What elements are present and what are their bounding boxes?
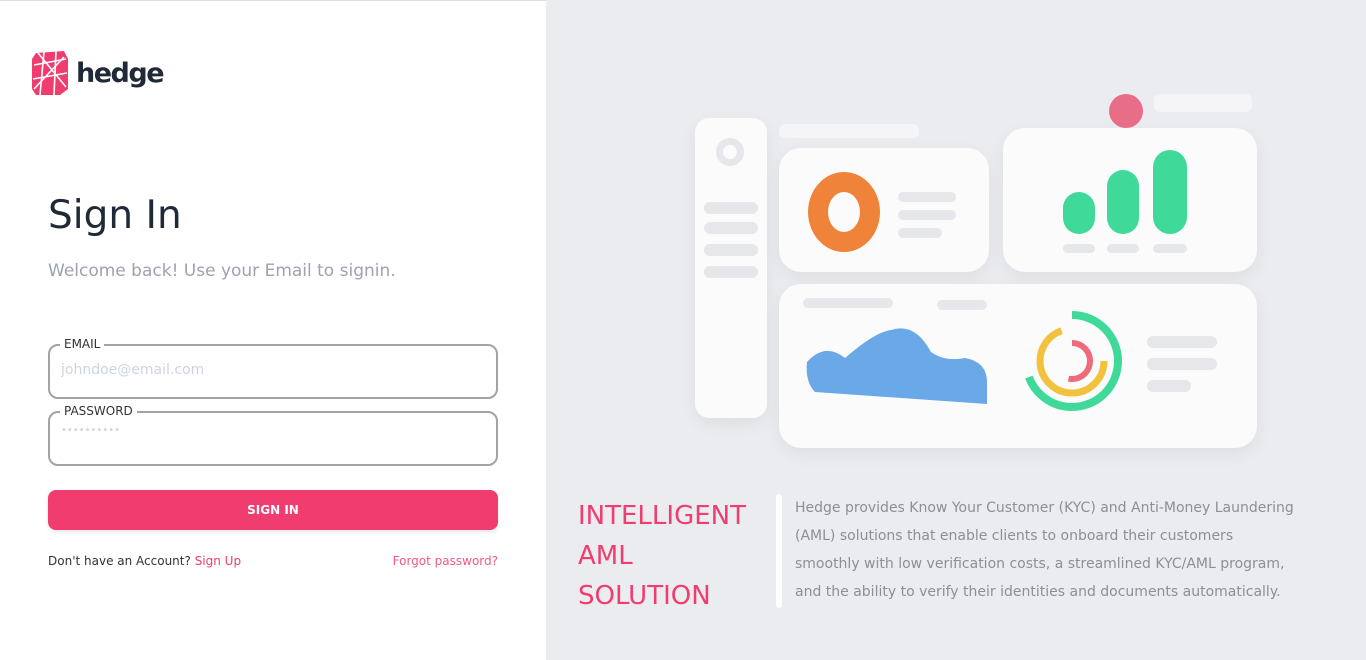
sign-up-link[interactable]: Sign Up [195,554,241,568]
logo: hedge [30,49,165,97]
email-field[interactable]: EMAIL johndoe@email.com [48,337,498,399]
tagline: INTELLIGENT AML SOLUTION [578,496,746,616]
tagline-line: AML [578,541,633,571]
promo-panel: INTELLIGENT AML SOLUTION Hedge provides … [546,0,1366,660]
tagline-line: SOLUTION [578,581,711,611]
page-title: Sign In [48,193,182,238]
logo-text: hedge [76,57,165,89]
password-label: PASSWORD [60,404,137,418]
signup-prompt: Don't have an Account? Sign Up [48,554,241,568]
sign-in-button[interactable]: SIGN IN [48,490,498,530]
email-placeholder: johndoe@email.com [61,362,205,378]
page-subtitle: Welcome back! Use your Email to signin. [48,261,396,281]
divider [776,494,782,608]
no-account-text: Don't have an Account? [48,554,191,568]
password-field[interactable]: PASSWORD •••••••••• [48,404,498,466]
hedge-logo-icon [32,50,68,96]
promo-description: Hedge provides Know Your Customer (KYC) … [795,500,1294,600]
tagline-line: INTELLIGENT [578,501,746,531]
forgot-password-link[interactable]: Forgot password? [393,554,498,568]
email-label: EMAIL [60,337,105,351]
signin-panel: hedge Sign In Welcome back! Use your Ema… [0,0,546,660]
password-placeholder: •••••••••• [61,425,120,436]
